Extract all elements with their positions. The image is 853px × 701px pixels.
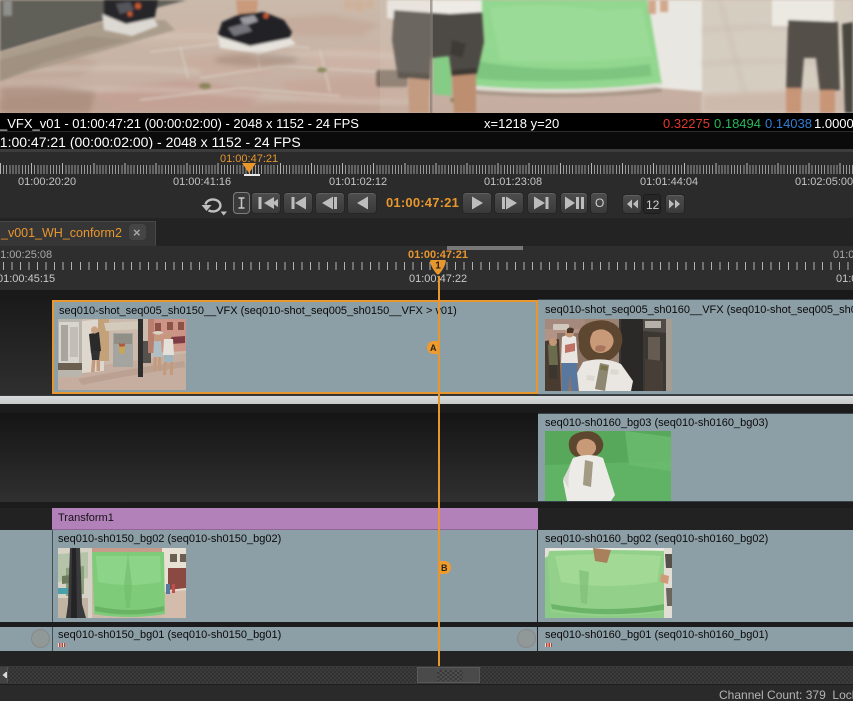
svg-text:1: 1 [435,261,441,272]
